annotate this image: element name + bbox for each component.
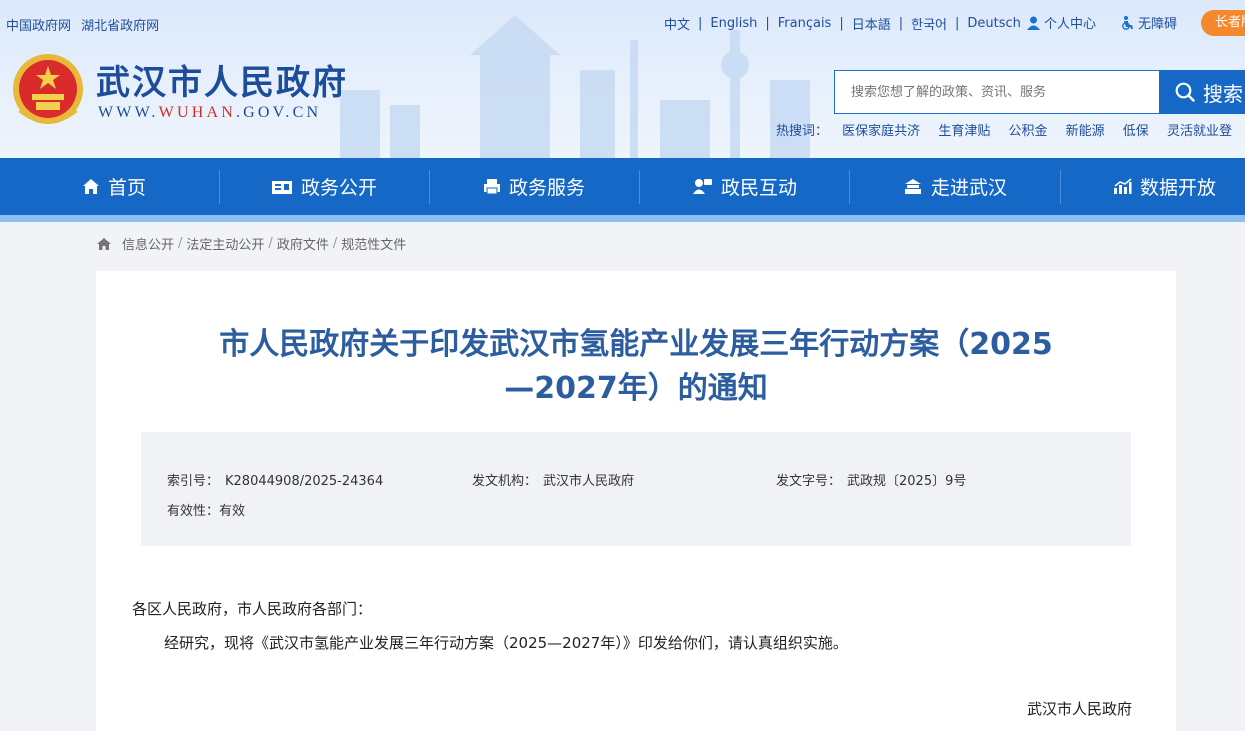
site-header: 中国政府网 湖北省政府网 中文 | English | Français | 日本語 |… bbox=[0, 0, 1245, 158]
hot-search-label: 热搜词： bbox=[776, 124, 829, 139]
meta-doc-number: 发文字号： 武政规〔2025〕9号 bbox=[776, 474, 967, 489]
search-input[interactable] bbox=[834, 70, 1160, 114]
user-icon bbox=[1027, 16, 1040, 30]
nav-open-data[interactable]: 数据开放 bbox=[1113, 158, 1216, 215]
nav-home[interactable]: 首页 bbox=[82, 158, 146, 215]
printer-icon bbox=[484, 179, 500, 195]
building-icon bbox=[905, 179, 921, 194]
nav-visit-wuhan[interactable]: 走进武汉 bbox=[903, 158, 1007, 215]
elder-mode-button[interactable]: 长者版 bbox=[1201, 10, 1245, 36]
breadcrumb-item[interactable]: 政府文件 bbox=[277, 234, 329, 253]
meta-issuer: 发文机构： 武汉市人民政府 bbox=[472, 474, 635, 489]
hot-word[interactable]: 生育津贴 bbox=[938, 124, 990, 139]
lang-chinese[interactable]: 中文 bbox=[664, 14, 690, 33]
lang-korean[interactable]: 한국어 bbox=[911, 14, 947, 33]
site-name: 武汉市人民政府 bbox=[96, 63, 348, 103]
search-button[interactable]: 搜索 bbox=[1159, 70, 1245, 114]
meta-index: 索引号： K28044908/2025-24364 bbox=[167, 474, 384, 489]
hot-word[interactable]: 灵活就业登 bbox=[1167, 124, 1232, 139]
article-title-line: 市人民政府关于印发武汉市氢能产业发展三年行动方案（2025 bbox=[219, 327, 1053, 362]
breadcrumb-item[interactable]: 法定主动公开 bbox=[186, 234, 264, 253]
article-title: 市人民政府关于印发武汉市氢能产业发展三年行动方案（2025 —2027年）的通知 bbox=[96, 323, 1176, 411]
accessibility-label: 无障碍 bbox=[1138, 17, 1178, 32]
breadcrumb-item[interactable]: 信息公开 bbox=[122, 234, 174, 253]
nav-gov-affairs-open-label: 政务公开 bbox=[301, 177, 378, 199]
meta-validity: 有效性：有效 bbox=[167, 504, 246, 519]
lang-french[interactable]: Français bbox=[778, 16, 832, 31]
breadcrumb: 信息公开 / 法定主动公开 / 政府文件 / 规范性文件 bbox=[96, 234, 406, 253]
home-icon[interactable] bbox=[96, 237, 112, 251]
top-links: 中国政府网 湖北省政府网 bbox=[6, 15, 165, 34]
search-button-label: 搜索 bbox=[1203, 81, 1243, 106]
hot-word[interactable]: 新能源 bbox=[1066, 124, 1105, 139]
nav-interaction-label: 政民互动 bbox=[721, 177, 798, 199]
lang-english[interactable]: English bbox=[710, 16, 757, 31]
lang-japanese[interactable]: 日本語 bbox=[852, 14, 891, 33]
language-bar: 中文 | English | Français | 日本語 | 한국어 | Deutsch bbox=[664, 14, 1021, 33]
site-url: WWW.WUHAN.GOV.CN bbox=[98, 104, 322, 121]
nav-open-data-label: 数据开放 bbox=[1140, 177, 1217, 199]
salutation: 各区人民政府，市人民政府各部门： bbox=[132, 600, 373, 618]
national-emblem-logo bbox=[13, 54, 83, 124]
article-card: 市人民政府关于印发武汉市氢能产业发展三年行动方案（2025 —2027年）的通知… bbox=[96, 271, 1176, 731]
nav-home-label: 首页 bbox=[108, 177, 147, 199]
link-hubei-gov[interactable]: 湖北省政府网 bbox=[81, 19, 159, 34]
nav-visit-wuhan-label: 走进武汉 bbox=[931, 177, 1008, 199]
nav-gov-affairs-open[interactable]: 政务公开 bbox=[271, 158, 377, 215]
document-meta-panel: 索引号： K28044908/2025-24364 发文机构： 武汉市人民政府 发文… bbox=[141, 432, 1131, 546]
interaction-icon bbox=[693, 179, 712, 194]
link-gov-cn[interactable]: 中国政府网 bbox=[6, 19, 71, 34]
hot-word[interactable]: 低保 bbox=[1123, 124, 1149, 139]
nav-interaction[interactable]: 政民互动 bbox=[693, 158, 797, 215]
body-paragraph: 经研究，现将《武汉市氢能产业发展三年行动方案（2025—2027年）》印发给你们… bbox=[164, 634, 848, 652]
breadcrumb-item[interactable]: 规范性文件 bbox=[341, 234, 406, 253]
user-center-label: 个人中心 bbox=[1044, 17, 1097, 32]
hot-search-words: 热搜词： 医保家庭共济 生育津贴 公积金 新能源 低保 灵活就业登 bbox=[776, 120, 1245, 139]
lang-german[interactable]: Deutsch bbox=[967, 16, 1021, 31]
hot-word[interactable]: 医保家庭共济 bbox=[842, 124, 920, 139]
nav-gov-services-label: 政务服务 bbox=[509, 177, 586, 199]
signature: 武汉市人民政府 bbox=[1027, 700, 1133, 718]
chart-icon bbox=[1114, 178, 1132, 194]
accessibility-link[interactable]: 无障碍 bbox=[1121, 13, 1177, 32]
main-nav: 首页 政务公开 政务服务 政民互动 走进武汉 数据开放 bbox=[0, 158, 1245, 222]
document-card-icon bbox=[272, 180, 292, 194]
article-title-line: —2027年）的通知 bbox=[504, 371, 768, 406]
search-icon bbox=[1175, 82, 1195, 102]
hot-word[interactable]: 公积金 bbox=[1008, 124, 1047, 139]
home-icon bbox=[83, 179, 99, 194]
nav-gov-services[interactable]: 政务服务 bbox=[483, 158, 585, 215]
accessibility-icon bbox=[1122, 15, 1133, 30]
user-center-link[interactable]: 个人中心 bbox=[1027, 13, 1096, 32]
